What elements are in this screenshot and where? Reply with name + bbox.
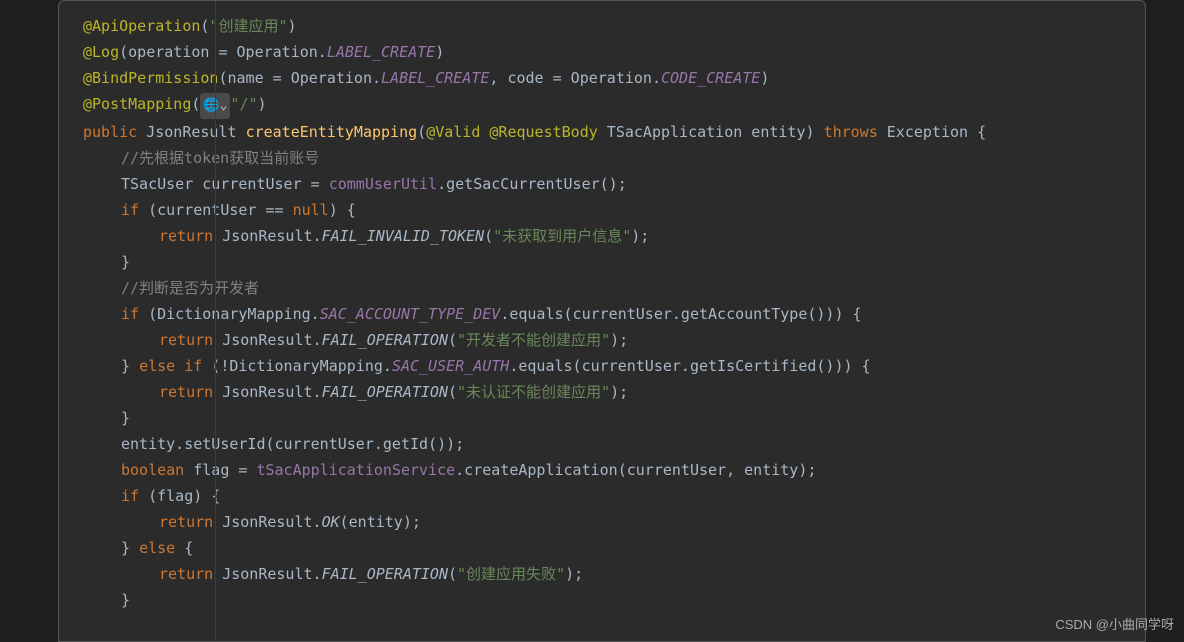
- annotation: @ApiOperation: [83, 17, 200, 35]
- keyword: else: [139, 539, 175, 557]
- code-line: }: [83, 405, 1145, 431]
- annotation: @BindPermission: [83, 69, 218, 87]
- code-line: return JsonResult.FAIL_OPERATION("未认证不能创…: [83, 379, 1145, 405]
- string-literal: "创建应用失败": [457, 565, 565, 583]
- static-field: SAC_USER_AUTH: [392, 357, 509, 375]
- code-line: //先根据token获取当前账号: [83, 145, 1145, 171]
- code-line: return JsonResult.FAIL_OPERATION("开发者不能创…: [83, 327, 1145, 353]
- annotation: @RequestBody: [489, 123, 597, 141]
- code-line: entity.setUserId(currentUser.getId());: [83, 431, 1145, 457]
- static-field: CODE_CREATE: [661, 69, 760, 87]
- annotation: @Log: [83, 43, 119, 61]
- keyword: return: [159, 513, 213, 531]
- keyword: return: [159, 565, 213, 583]
- static-method: FAIL_OPERATION: [322, 383, 448, 401]
- string-literal: "/": [230, 95, 257, 113]
- keyword: if: [121, 487, 139, 505]
- string-literal: "创建应用": [209, 17, 287, 35]
- static-field: LABEL_CREATE: [327, 43, 435, 61]
- code-line: } else {: [83, 535, 1145, 561]
- static-method: FAIL_OPERATION: [322, 565, 448, 583]
- code-line: return JsonResult.FAIL_OPERATION("创建应用失败…: [83, 561, 1145, 587]
- code-line: return JsonResult.OK(entity);: [83, 509, 1145, 535]
- static-field: SAC_ACCOUNT_TYPE_DEV: [320, 305, 501, 323]
- keyword: if: [121, 201, 139, 219]
- field-ref: tSacApplicationService: [256, 461, 455, 479]
- static-method: FAIL_INVALID_TOKEN: [322, 227, 485, 245]
- keyword: throws: [824, 123, 878, 141]
- keyword: return: [159, 331, 213, 349]
- annotation: @Valid: [426, 123, 480, 141]
- comment: //先根据token获取当前账号: [121, 149, 319, 167]
- code-line: }: [83, 249, 1145, 275]
- code-line: } else if (!DictionaryMapping.SAC_USER_A…: [83, 353, 1145, 379]
- indent-guide: [215, 1, 216, 641]
- static-field: LABEL_CREATE: [381, 69, 489, 87]
- code-line: TSacUser currentUser = commUserUtil.getS…: [83, 171, 1145, 197]
- field-ref: commUserUtil: [329, 175, 437, 193]
- code-line: if (DictionaryMapping.SAC_ACCOUNT_TYPE_D…: [83, 301, 1145, 327]
- static-method: OK: [322, 513, 340, 531]
- code-line: boolean flag = tSacApplicationService.cr…: [83, 457, 1145, 483]
- code-line: @Log(operation = Operation.LABEL_CREATE): [83, 39, 1145, 65]
- keyword: null: [293, 201, 329, 219]
- annotation: @PostMapping: [83, 95, 191, 113]
- static-method: FAIL_OPERATION: [322, 331, 448, 349]
- code-line: @BindPermission(name = Operation.LABEL_C…: [83, 65, 1145, 91]
- code-line: @ApiOperation("创建应用"): [83, 13, 1145, 39]
- string-literal: "未获取到用户信息": [493, 227, 631, 245]
- code-line: return JsonResult.FAIL_INVALID_TOKEN("未获…: [83, 223, 1145, 249]
- code-line: public JsonResult createEntityMapping(@V…: [83, 119, 1145, 145]
- keyword: return: [159, 227, 213, 245]
- keyword: boolean: [121, 461, 184, 479]
- keyword: if: [121, 305, 139, 323]
- code-line: //判断是否为开发者: [83, 275, 1145, 301]
- code-line: @PostMapping(🌐⌄"/"): [83, 91, 1145, 119]
- string-literal: "开发者不能创建应用": [457, 331, 610, 349]
- keyword: return: [159, 383, 213, 401]
- code-line: if (currentUser == null) {: [83, 197, 1145, 223]
- keyword: else if: [139, 357, 202, 375]
- comment: //判断是否为开发者: [121, 279, 259, 297]
- code-line: if (flag) {: [83, 483, 1145, 509]
- method-name: createEntityMapping: [246, 123, 418, 141]
- keyword: public: [83, 123, 137, 141]
- string-literal: "未认证不能创建应用": [457, 383, 610, 401]
- code-line: }: [83, 587, 1145, 613]
- code-editor[interactable]: @ApiOperation("创建应用") @Log(operation = O…: [58, 0, 1146, 642]
